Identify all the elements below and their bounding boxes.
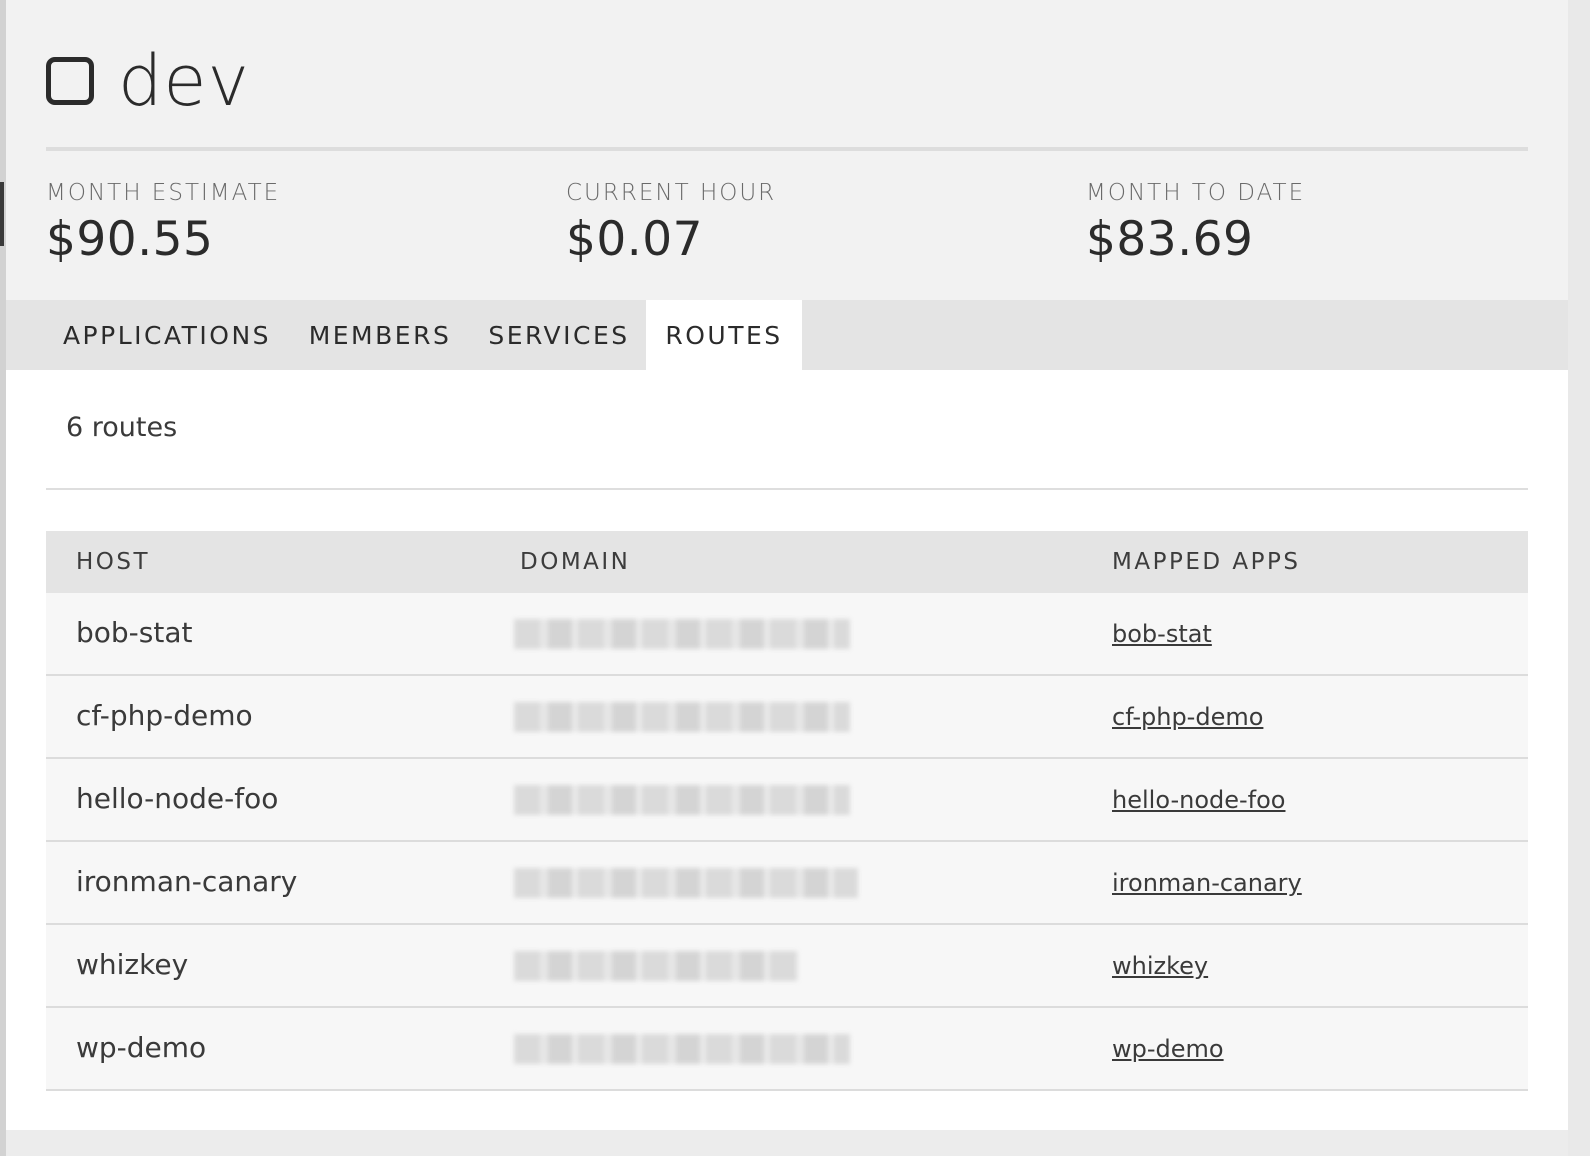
- stat-label: MONTH ESTIMATE: [46, 180, 281, 206]
- stat-current-hour: CURRENT HOUR $0.07: [566, 180, 776, 267]
- stat-value: $0.07: [566, 212, 704, 267]
- table-row: hello-node-foo hello-node-foo: [46, 759, 1528, 842]
- tab-routes[interactable]: ROUTES: [646, 300, 802, 370]
- route-domain-redacted: [514, 619, 850, 649]
- tab-members[interactable]: MEMBERS: [290, 300, 470, 370]
- stat-month-estimate: MONTH ESTIMATE $90.55: [46, 180, 280, 267]
- tab-applications[interactable]: APPLICATIONS: [46, 300, 288, 370]
- table-row: wp-demo wp-demo: [46, 1008, 1528, 1091]
- stat-month-to-date: MONTH TO DATE $83.69: [1086, 180, 1305, 267]
- table-row: bob-stat bob-stat: [46, 593, 1528, 676]
- mapped-app-link[interactable]: hello-node-foo: [1112, 759, 1285, 841]
- mapped-app-link[interactable]: wp-demo: [1112, 1008, 1224, 1090]
- table-row: cf-php-demo cf-php-demo: [46, 676, 1528, 759]
- bottom-strip: [6, 1130, 1568, 1156]
- header-divider: [46, 147, 1528, 151]
- route-domain-redacted: [514, 1034, 850, 1064]
- route-host: cf-php-demo: [76, 699, 253, 732]
- stat-value: $83.69: [1086, 212, 1254, 267]
- scrollbar-track[interactable]: [1568, 0, 1590, 1156]
- route-host: bob-stat: [76, 616, 193, 649]
- square-outline-icon: [46, 57, 94, 105]
- stat-value: $90.55: [46, 212, 214, 267]
- mapped-app-link[interactable]: ironman-canary: [1112, 842, 1302, 924]
- stat-label: MONTH TO DATE: [1086, 180, 1306, 206]
- table-row: whizkey whizkey: [46, 925, 1528, 1008]
- column-header-host: HOST: [76, 549, 151, 575]
- column-header-domain: DOMAIN: [520, 549, 631, 575]
- column-header-mapped-apps: MAPPED APPS: [1112, 549, 1301, 575]
- route-domain-redacted: [514, 702, 850, 732]
- tab-bar: APPLICATIONS MEMBERS SERVICES ROUTES: [6, 300, 1568, 370]
- table-header: HOST DOMAIN MAPPED APPS: [46, 531, 1528, 593]
- route-host: whizkey: [76, 948, 189, 981]
- route-host: wp-demo: [76, 1031, 207, 1064]
- mapped-app-link[interactable]: cf-php-demo: [1112, 676, 1263, 758]
- route-host: ironman-canary: [76, 865, 298, 898]
- routes-panel: 6 routes HOST DOMAIN MAPPED APPS bob-sta…: [6, 370, 1568, 1130]
- stat-label: CURRENT HOUR: [566, 180, 777, 206]
- space-page: dev MONTH ESTIMATE $90.55 CURRENT HOUR $…: [6, 0, 1568, 1156]
- tab-services[interactable]: SERVICES: [472, 300, 646, 370]
- mapped-app-link[interactable]: bob-stat: [1112, 593, 1212, 675]
- route-domain-redacted: [514, 785, 850, 815]
- page-title: dev: [118, 40, 250, 122]
- content-divider: [46, 488, 1528, 490]
- table-row: ironman-canary ironman-canary: [46, 842, 1528, 925]
- space-header: dev: [46, 36, 250, 126]
- routes-table: HOST DOMAIN MAPPED APPS bob-stat bob-sta…: [46, 531, 1528, 1091]
- mapped-app-link[interactable]: whizkey: [1112, 925, 1208, 1007]
- routes-count: 6 routes: [66, 412, 178, 443]
- nav-indicator: [0, 182, 4, 246]
- route-host: hello-node-foo: [76, 782, 279, 815]
- billing-stats: MONTH ESTIMATE $90.55 CURRENT HOUR $0.07…: [46, 180, 1528, 280]
- route-domain-redacted: [514, 951, 798, 981]
- route-domain-redacted: [514, 868, 858, 898]
